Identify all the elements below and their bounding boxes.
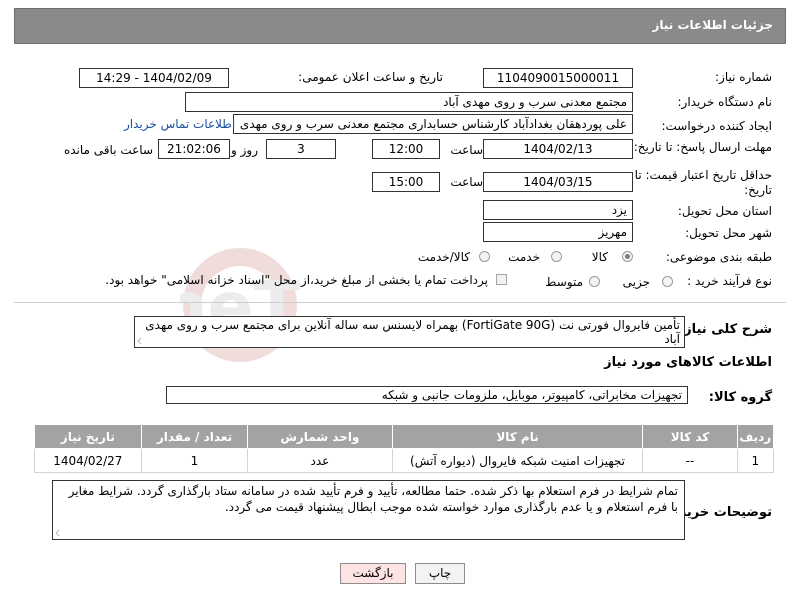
goods-info-heading: اطلاعات کالاهای مورد نیاز xyxy=(604,355,772,370)
print-button[interactable]: چاپ xyxy=(415,563,465,584)
deadline-label: مهلت ارسال پاسخ: تا تاریخ: xyxy=(633,140,772,154)
cell-date: 1404/02/27 xyxy=(34,448,142,473)
goods-table: ردیف کد کالا نام کالا واحد شمارش تعداد /… xyxy=(34,424,775,473)
resize-grip-icon[interactable] xyxy=(55,529,63,537)
need-number-label: شماره نیاز: xyxy=(715,70,772,84)
purchase-radio-minor[interactable] xyxy=(662,276,673,287)
deadline-time-field: 12:00 xyxy=(372,139,440,159)
need-number-field: 1104090015000011 xyxy=(483,68,633,88)
requester-label: ایجاد کننده درخواست: xyxy=(661,119,772,133)
page-header: جزئیات اطلاعات نیاز xyxy=(14,8,786,44)
purchase-type-label: نوع فرآیند خرید : xyxy=(687,274,772,288)
province-label: استان محل تحویل: xyxy=(677,204,772,218)
announce-datetime-label: تاریخ و ساعت اعلان عمومی: xyxy=(298,70,443,84)
section-divider xyxy=(14,302,786,303)
city-label: شهر محل تحویل: xyxy=(685,226,772,240)
remaining-label: ساعت باقی مانده xyxy=(63,143,153,157)
deadline-time-label: ساعت xyxy=(450,143,483,157)
buyer-notes-textarea[interactable]: تمام شرایط در فرم استعلام بها ذکر شده. ح… xyxy=(52,480,685,540)
price-validity-label: حداقل تاریخ اعتبار قیمت: تا تاریخ: xyxy=(634,168,772,197)
validity-date-field: 1404/03/15 xyxy=(483,172,633,192)
category-option-goods-service: کالا/خدمت xyxy=(417,250,470,264)
remaining-days-field: 3 xyxy=(266,139,336,159)
purchase-option-minor: جزیی xyxy=(622,275,650,289)
buyer-org-label: نام دستگاه خریدار: xyxy=(677,95,773,109)
category-radio-service[interactable] xyxy=(551,251,562,262)
city-field: مهریز xyxy=(483,222,633,242)
cell-code: -- xyxy=(642,448,738,473)
cell-unit: عدد xyxy=(247,448,393,473)
page-title: جزئیات اطلاعات نیاز xyxy=(652,18,773,32)
category-radio-goods-service[interactable] xyxy=(479,251,490,262)
deadline-date-field: 1404/02/13 xyxy=(483,139,633,159)
general-desc-text: تأمین فایروال فورتی نت (FortiGate 90G) ب… xyxy=(145,318,680,346)
category-label: طبقه بندی موضوعی: xyxy=(665,250,772,264)
col-row-header: ردیف xyxy=(736,424,775,449)
col-unit-header: واحد شمارش xyxy=(247,424,393,449)
buyer-notes-text: تمام شرایط در فرم استعلام بها ذکر شده. ح… xyxy=(68,484,678,514)
cell-qty: 1 xyxy=(140,448,249,473)
table-header-row: ردیف کد کالا نام کالا واحد شمارش تعداد /… xyxy=(34,424,775,449)
col-name-header: نام کالا xyxy=(391,424,644,449)
purchase-option-medium: متوسط xyxy=(545,275,583,289)
cell-row: 1 xyxy=(736,448,775,473)
need-details-page: جزئیات اطلاعات نیاز AriaTender.neT شماره… xyxy=(0,0,788,598)
province-field: یزد xyxy=(483,200,633,220)
validity-time-field: 15:00 xyxy=(372,172,440,192)
treasury-payment-note: پرداخت تمام یا بخشی از مبلغ خرید،از محل … xyxy=(105,273,488,287)
category-radio-goods[interactable] xyxy=(622,251,633,262)
announce-datetime-field: 1404/02/09 - 14:29 xyxy=(79,68,229,88)
category-option-goods: کالا xyxy=(591,250,608,264)
remaining-time-field: 21:02:06 xyxy=(158,139,230,159)
cell-name: تجهیزات امنیت شبکه فایروال (دیواره آتش) xyxy=(391,448,644,473)
validity-time-label: ساعت xyxy=(450,175,483,189)
back-button[interactable]: بازگشت xyxy=(340,563,406,584)
goods-group-label: گروه کالا: xyxy=(708,390,772,405)
buyer-contact-link[interactable]: اطلاعات تماس خریدار xyxy=(124,117,235,131)
day-and-label: روز و xyxy=(231,143,258,157)
treasury-payment-checkbox[interactable] xyxy=(496,274,507,285)
requester-field: علی پوردهقان بغدادآباد کارشناس حسابداری … xyxy=(233,114,633,134)
col-code-header: کد کالا xyxy=(642,424,738,449)
purchase-radio-medium[interactable] xyxy=(589,276,600,287)
table-row: 1 -- تجهیزات امنیت شبکه فایروال (دیواره … xyxy=(34,448,775,473)
buyer-org-field: مجتمع معدنی سرب و روی مهدی آباد xyxy=(185,92,633,112)
col-date-header: تاریخ نیاز xyxy=(34,424,142,449)
category-option-service: خدمت xyxy=(508,250,540,264)
col-qty-header: تعداد / مقدار xyxy=(140,424,249,449)
goods-group-field: تجهیزات مخابراتی، کامپیوتر، موبایل، ملزو… xyxy=(166,386,688,404)
general-desc-label: شرح کلی نیاز: xyxy=(678,322,772,337)
general-desc-textarea[interactable]: تأمین فایروال فورتی نت (FortiGate 90G) ب… xyxy=(134,316,685,348)
